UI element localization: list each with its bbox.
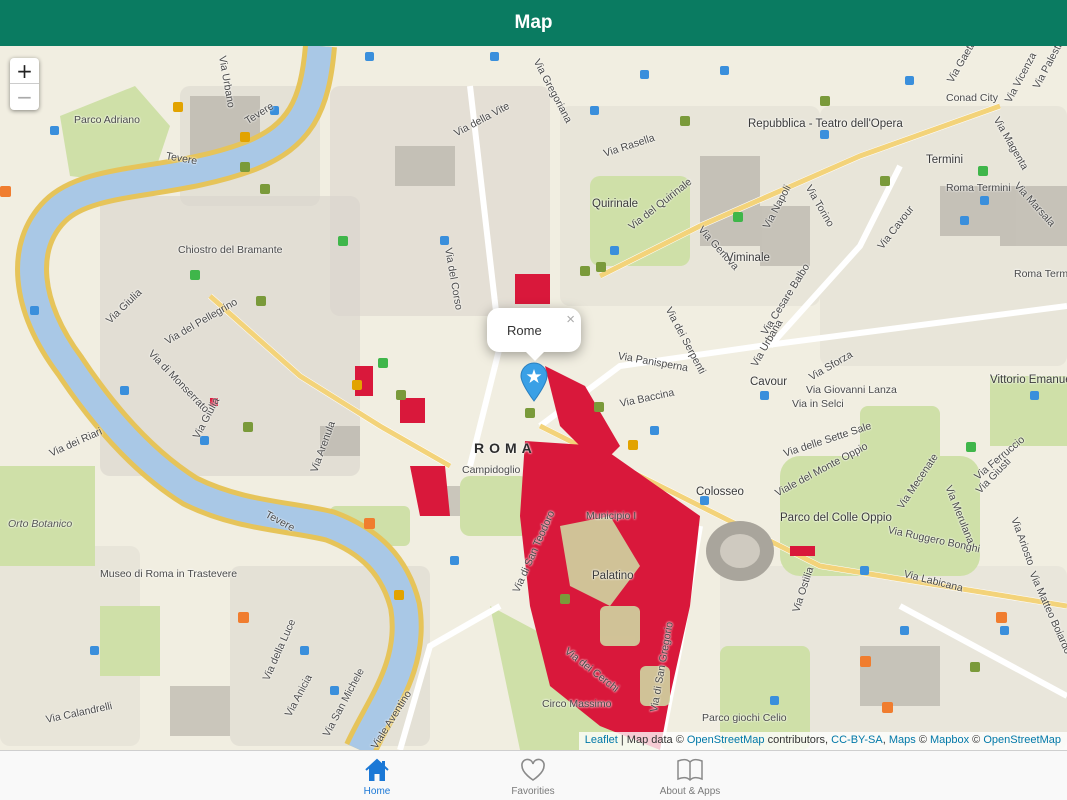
label-orto-botanico: Orto Botanico xyxy=(8,518,73,530)
attribution-text: © xyxy=(915,734,930,746)
label-conad-city: Conad City xyxy=(946,92,998,104)
tab-about-apps-label: About & Apps xyxy=(659,786,721,797)
heart-icon xyxy=(521,758,545,781)
map-view[interactable]: Parco Adriano Tevere Tevere Tevere Via d… xyxy=(0,46,1067,750)
marker-popup: Rome × xyxy=(487,308,581,361)
label-parco-giochi-celio: Parco giochi Celio xyxy=(702,712,787,724)
label-quirinale: Quirinale xyxy=(592,198,639,210)
maps-link[interactable]: Maps xyxy=(889,734,916,746)
label-vittorio-emanuele: Vittorio Emanuele xyxy=(990,374,1067,386)
app-window: Map Parco Adriano Tevere Tevere Tevere V… xyxy=(0,0,1067,800)
attribution-text: contributors, xyxy=(764,734,832,746)
zoom-control: + − xyxy=(10,58,39,110)
osm-link-2[interactable]: OpenStreetMap xyxy=(983,734,1061,746)
label-repubblica: Repubblica - Teatro dell'Opera xyxy=(748,118,903,130)
tab-favorities-label: Favorities xyxy=(511,786,555,797)
label-circo-massimo: Circo Massimo xyxy=(542,698,612,710)
leaflet-link[interactable]: Leaflet xyxy=(585,734,618,746)
label-cavour: Cavour xyxy=(750,376,788,388)
attribution-text: © xyxy=(969,734,984,746)
map-marker-icon[interactable] xyxy=(519,362,549,402)
attribution-text: | Map data © xyxy=(617,734,687,746)
popup-tip xyxy=(525,351,545,361)
label-roma-termini: Roma Termini xyxy=(946,182,1011,194)
label-parco-adriano: Parco Adriano xyxy=(74,114,140,126)
label-campidoglio: Campidoglio xyxy=(462,464,521,476)
popup-close-button[interactable]: × xyxy=(566,311,575,328)
label-roma-termini-right: Roma Termi xyxy=(1014,268,1067,280)
page-title: Map xyxy=(514,12,553,33)
label-colosseo: Colosseo xyxy=(696,486,744,498)
label-palatino: Palatino xyxy=(592,570,634,582)
zoom-out-button[interactable]: − xyxy=(10,84,39,110)
book-icon xyxy=(677,758,703,782)
label-via-giovanni-lanza: Via Giovanni Lanza xyxy=(806,384,897,396)
map-attribution: Leaflet | Map data © OpenStreetMap contr… xyxy=(578,732,1067,750)
label-municipio: Municipio I xyxy=(586,510,637,522)
zoom-in-button[interactable]: + xyxy=(10,58,39,84)
label-parco-colle-oppio: Parco del Colle Oppio xyxy=(780,512,892,524)
header-bar: Map xyxy=(0,0,1067,46)
tab-about-apps[interactable]: About & Apps xyxy=(630,751,750,800)
label-roma: ROMA xyxy=(474,440,537,456)
cc-by-sa-link[interactable]: CC-BY-SA xyxy=(831,734,883,746)
osm-link[interactable]: OpenStreetMap xyxy=(687,734,765,746)
tab-bar: Home Favorities About & Apps xyxy=(0,750,1067,800)
tab-favorities[interactable]: Favorities xyxy=(473,751,593,800)
popup-text: Rome xyxy=(507,323,542,338)
mapbox-link[interactable]: Mapbox xyxy=(930,734,969,746)
tab-home-label: Home xyxy=(363,786,391,797)
label-viminale: Viminale xyxy=(726,252,770,264)
home-icon xyxy=(365,758,389,781)
label-museo-roma: Museo di Roma in Trastevere xyxy=(100,568,238,580)
label-chiostro-bramante: Chiostro del Bramante xyxy=(178,244,283,256)
label-via-in-selci: Via in Selci xyxy=(792,398,844,410)
tab-home[interactable]: Home xyxy=(317,751,437,800)
label-termini: Termini xyxy=(926,154,964,166)
